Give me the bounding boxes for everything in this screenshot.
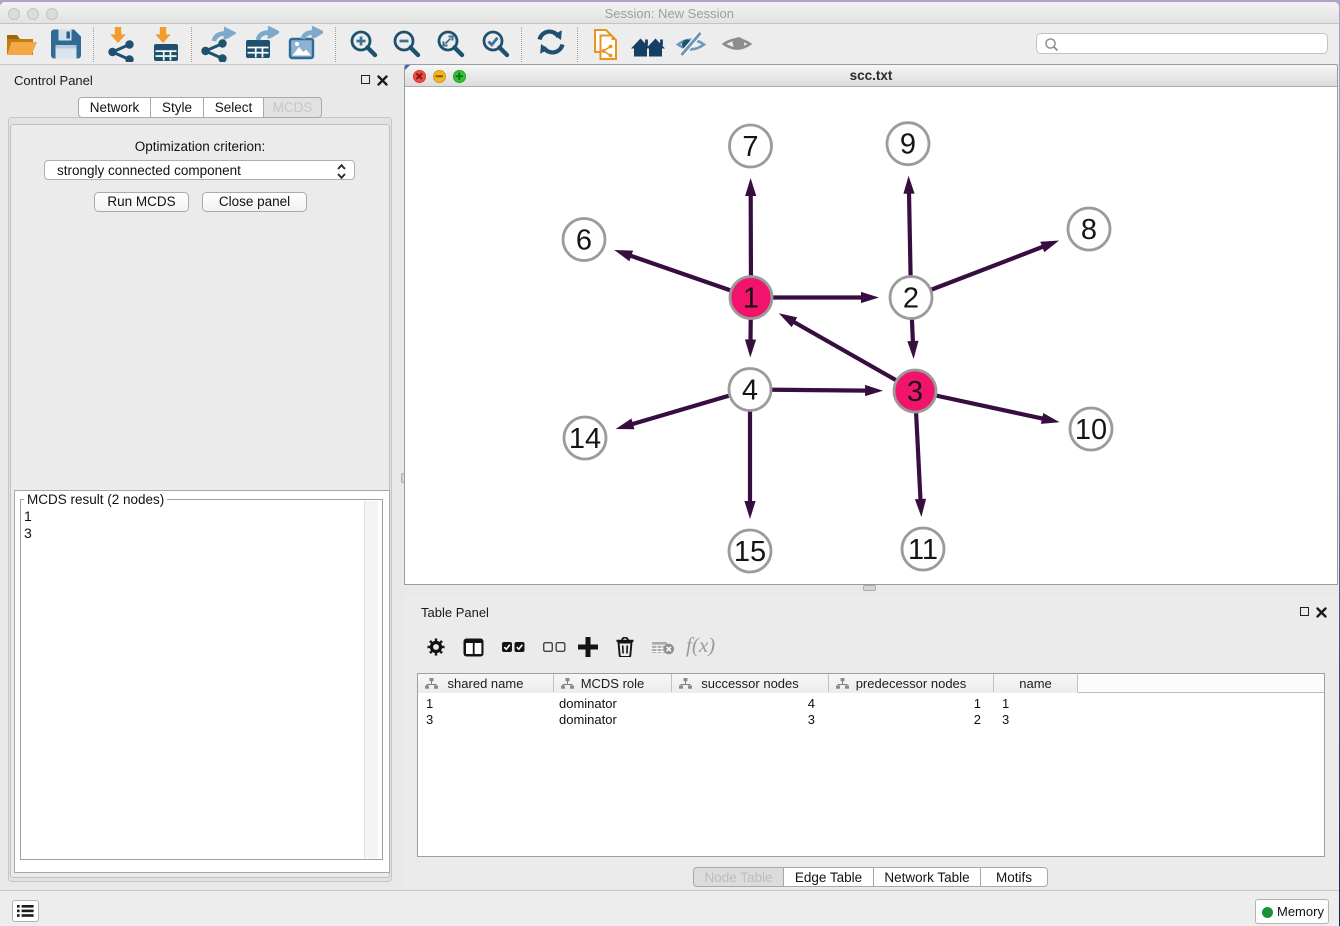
svg-text:10: 10 bbox=[1075, 414, 1107, 446]
svg-text:1: 1 bbox=[743, 283, 759, 315]
svg-text:8: 8 bbox=[1081, 214, 1097, 246]
svg-text:11: 11 bbox=[908, 534, 938, 566]
svg-text:4: 4 bbox=[742, 375, 758, 407]
svg-text:3: 3 bbox=[907, 376, 923, 408]
svg-text:9: 9 bbox=[900, 129, 916, 161]
svg-text:2: 2 bbox=[903, 283, 919, 315]
svg-text:7: 7 bbox=[742, 131, 758, 163]
svg-text:6: 6 bbox=[576, 225, 592, 257]
svg-text:14: 14 bbox=[569, 423, 601, 455]
svg-text:15: 15 bbox=[734, 536, 766, 568]
